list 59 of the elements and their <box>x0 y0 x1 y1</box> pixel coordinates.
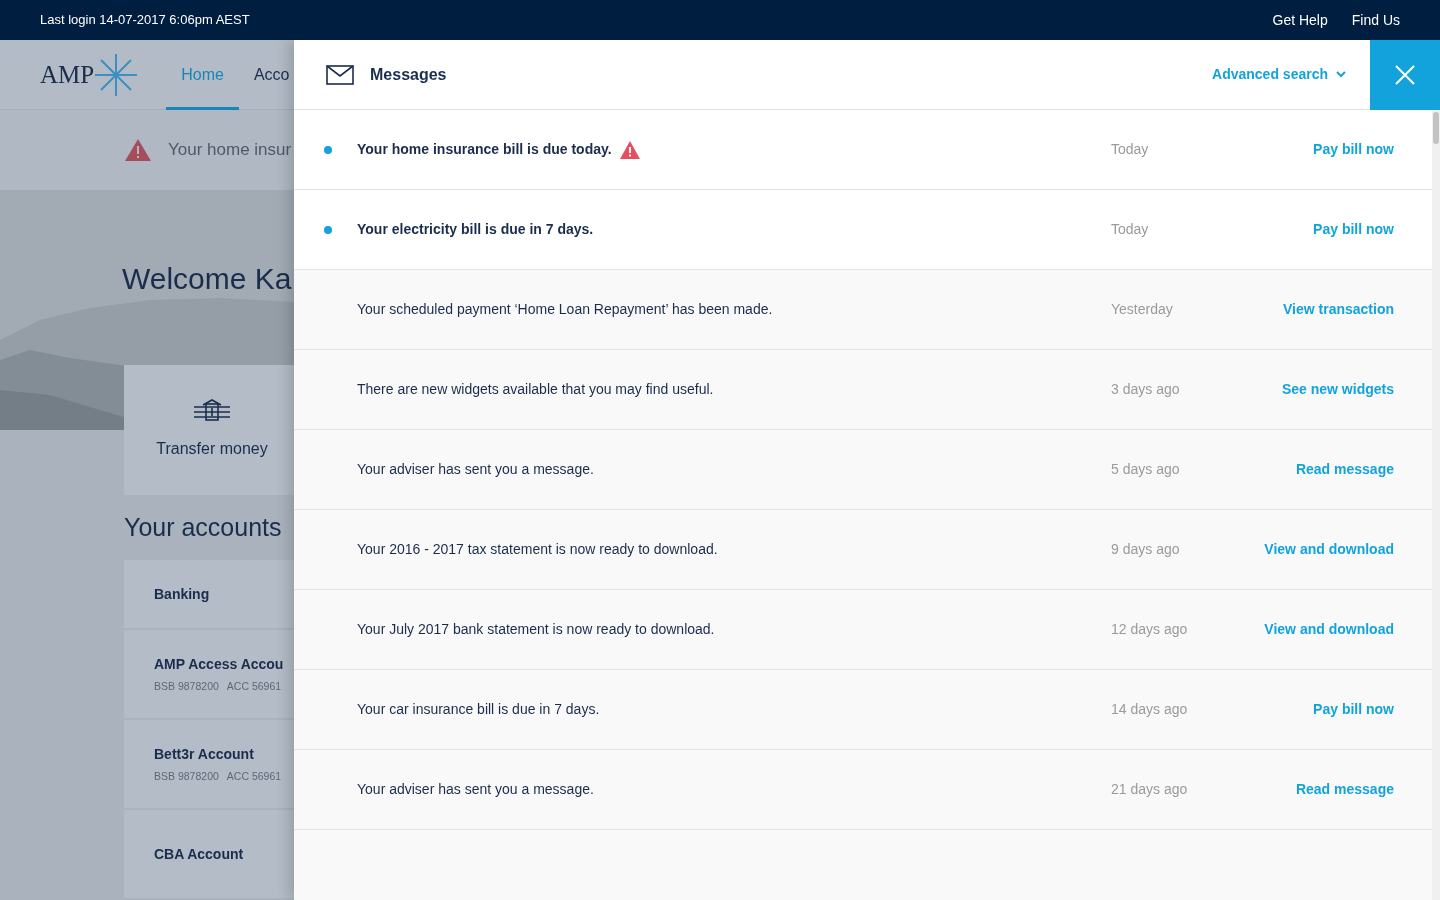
alert-text: Your home insur <box>168 139 292 162</box>
starburst-icon <box>94 52 139 97</box>
close-icon <box>1395 64 1415 85</box>
warning-icon <box>124 138 152 162</box>
group-heading: Banking <box>154 584 210 604</box>
panel-title: Messages <box>370 64 447 85</box>
unread-dot <box>324 225 332 234</box>
message-text: There are new widgets available that you may find useful. <box>357 380 714 399</box>
message-text: Your adviser has sent you a message. <box>357 780 594 799</box>
message-row[interactable]: There are new widgets available that you may find useful. 3 days ago See new widgets <box>294 350 1432 430</box>
nav-tab[interactable]: Acco <box>238 40 294 110</box>
account-card[interactable]: AMP Access Accou BSB 9878200 ACC 56961 <box>124 630 294 718</box>
message-time: Yesterday <box>1111 300 1173 319</box>
unread-dot <box>324 145 332 154</box>
message-time: Today <box>1111 140 1149 159</box>
bsb-text: BSB 9878200 <box>154 768 219 784</box>
message-time: Today <box>1111 220 1149 239</box>
message-row[interactable]: Your scheduled payment ‘Home Loan Repayment’ has been made. Yesterday View transaction <box>294 270 1432 350</box>
top-link[interactable]: Find Us <box>1351 9 1400 31</box>
message-time: 21 days ago <box>1111 780 1188 799</box>
top-link[interactable]: Get Help <box>1272 9 1328 31</box>
message-time: 14 days ago <box>1111 700 1188 719</box>
bsb-text: BSB 9878200 <box>154 678 219 694</box>
message-text: Your electricity bill is due in 7 days. <box>357 220 594 239</box>
last-login-text: Last login 14-07-2017 6:06pm AEST <box>40 11 250 30</box>
message-time: 3 days ago <box>1111 380 1180 399</box>
message-row[interactable]: Your 2016 - 2017 tax statement is now ready to download. 9 days ago View and download <box>294 510 1432 590</box>
scrollbar-thumb[interactable] <box>1433 112 1439 144</box>
account-name: CBA Account <box>154 844 245 864</box>
account-name: AMP Access Accou <box>154 654 285 674</box>
message-text: Your scheduled payment ‘Home Loan Repayment’ has been made. <box>357 300 773 319</box>
message-row[interactable]: Your adviser has sent you a message. 5 days ago Read message <box>294 430 1432 510</box>
chevron-down-icon <box>1336 71 1346 78</box>
message-text: Your 2016 - 2017 tax statement is now ready to download. <box>357 540 718 559</box>
message-row[interactable]: Your home insurance bill is due today. Today Pay bill now <box>294 110 1432 190</box>
message-text: Your adviser has sent you a message. <box>357 460 594 479</box>
message-row[interactable]: Your electricity bill is due in 7 days. Today Pay bill now <box>294 190 1432 270</box>
close-button[interactable] <box>1370 40 1440 110</box>
message-row[interactable]: Your car insurance bill is due in 7 days. 14 days ago Pay bill now <box>294 670 1432 750</box>
welcome-heading: Welcome Ka <box>122 261 292 297</box>
message-time: 12 days ago <box>1111 620 1188 639</box>
message-row[interactable]: Your July 2017 bank statement is now ready to download. 12 days ago View and download <box>294 590 1432 670</box>
message-time: 5 days ago <box>1111 460 1180 479</box>
message-text: Your July 2017 bank statement is now ready to download. <box>357 620 715 639</box>
transfer-card[interactable]: Transfer money <box>124 365 294 495</box>
money-icon <box>193 399 231 421</box>
message-text: Your car insurance bill is due in 7 days. <box>357 700 600 719</box>
account-card[interactable]: CBA Account <box>124 810 294 898</box>
mail-icon <box>326 64 354 85</box>
message-text: Your home insurance bill is due today. <box>357 140 612 159</box>
scrollbar[interactable] <box>1432 110 1440 900</box>
message-time: 9 days ago <box>1111 540 1180 559</box>
account-card[interactable]: Bett3r Account BSB 9878200 ACC 56961 <box>124 720 294 808</box>
account-number: ACC 56961 <box>226 678 282 694</box>
section-heading: Your accounts <box>124 512 283 542</box>
account-name: Bett3r Account <box>154 744 255 764</box>
logo-text[interactable]: AMP <box>40 62 95 87</box>
message-row[interactable]: Your adviser has sent you a message. 21 days ago Read message <box>294 750 1432 830</box>
account-number: ACC 56961 <box>226 768 282 784</box>
